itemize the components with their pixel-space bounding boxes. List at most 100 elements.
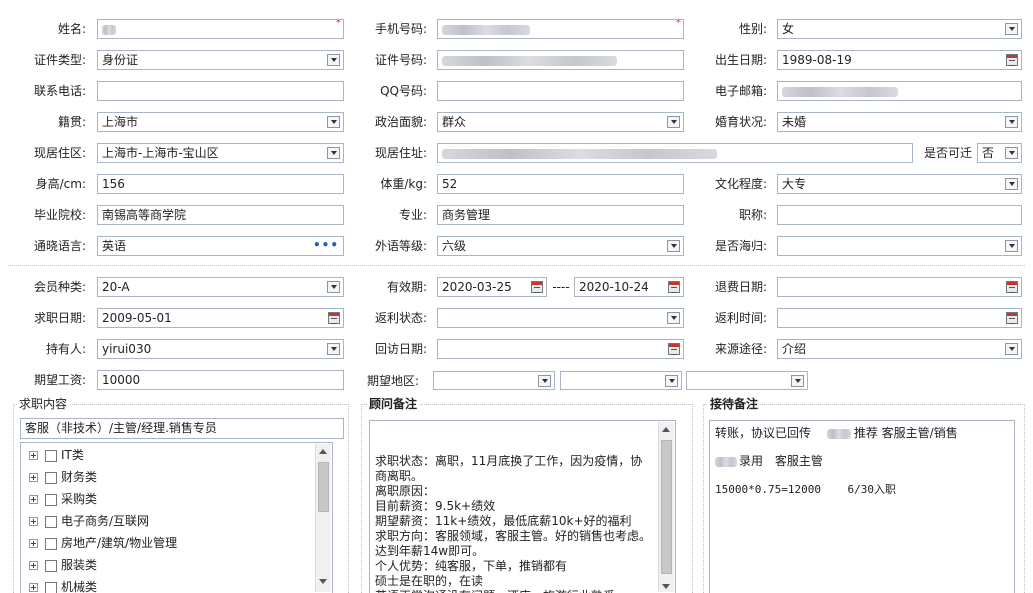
email-input[interactable] xyxy=(777,81,1022,101)
id-type-select[interactable]: 身份证 xyxy=(97,50,344,70)
chevron-down-icon[interactable] xyxy=(327,343,340,355)
checkbox[interactable] xyxy=(45,515,57,528)
tree-item-realestate[interactable]: 房地产/建筑/物业管理 xyxy=(29,533,177,553)
education-select[interactable]: 大专 xyxy=(777,174,1022,194)
region-city-select[interactable] xyxy=(560,371,682,390)
expand-plus-icon[interactable] xyxy=(29,561,38,570)
chevron-down-icon[interactable] xyxy=(791,375,804,387)
weight-input[interactable]: 52 xyxy=(437,174,684,194)
job-date-input[interactable]: 2009-05-01 xyxy=(97,308,344,328)
returnee-select[interactable] xyxy=(777,236,1022,256)
calendar-icon[interactable] xyxy=(531,281,543,293)
scrollbar[interactable] xyxy=(658,422,674,592)
expand-plus-icon[interactable] xyxy=(29,517,38,526)
validity-end-input[interactable]: 2020-10-24 xyxy=(574,277,684,297)
chevron-down-icon[interactable] xyxy=(1005,178,1018,190)
scroll-thumb[interactable] xyxy=(318,462,329,512)
checkbox[interactable] xyxy=(45,537,57,550)
expand-plus-icon[interactable] xyxy=(29,495,38,504)
expand-plus-icon[interactable] xyxy=(29,583,38,592)
phone-input[interactable]: * xyxy=(437,19,684,39)
qq-label: QQ号码: xyxy=(380,84,427,98)
chevron-down-icon[interactable] xyxy=(327,116,340,128)
chevron-down-icon[interactable] xyxy=(667,312,680,324)
residence-addr-input[interactable] xyxy=(437,143,913,163)
calendar-icon[interactable] xyxy=(328,312,340,324)
chevron-down-icon[interactable] xyxy=(667,240,680,252)
expand-plus-icon[interactable] xyxy=(29,451,38,460)
consultant-notes-text: 求职状态：离职，11月底换了工作，因为疫情，协商离职。 离职原因： 目前薪资：9… xyxy=(375,454,652,593)
refund-date-input[interactable] xyxy=(777,277,1022,297)
calendar-icon[interactable] xyxy=(1006,312,1018,324)
id-number-input[interactable] xyxy=(437,50,684,70)
more-icon[interactable]: ••• xyxy=(313,237,339,253)
chevron-down-icon[interactable] xyxy=(1005,343,1018,355)
chevron-down-icon[interactable] xyxy=(665,375,678,387)
native-place-select[interactable]: 上海市 xyxy=(97,112,344,132)
source-select[interactable]: 介绍 xyxy=(777,339,1022,359)
contact-phone-input[interactable] xyxy=(97,81,344,101)
holder-select[interactable]: yirui030 xyxy=(97,339,344,359)
school-input[interactable]: 南锡高等商学院 xyxy=(97,205,344,225)
region-district-select[interactable] xyxy=(686,371,808,390)
checkbox[interactable] xyxy=(45,471,57,484)
rebate-status-select[interactable] xyxy=(437,308,684,328)
residence-area-select[interactable]: 上海市-上海市-宝山区 xyxy=(97,143,344,163)
expand-plus-icon[interactable] xyxy=(29,539,38,548)
consultant-notes-textarea[interactable]: 求职状态：离职，11月底换了工作，因为疫情，协商离职。 离职原因： 目前薪资：9… xyxy=(369,420,676,593)
political-select[interactable]: 群众 xyxy=(437,112,684,132)
validity-start-input[interactable]: 2020-03-25 xyxy=(437,277,547,297)
marital-select[interactable]: 未婚 xyxy=(777,112,1022,132)
scroll-up-icon[interactable] xyxy=(319,449,327,454)
validity-label: 有效期: xyxy=(386,280,427,294)
checkbox[interactable] xyxy=(45,493,57,506)
calendar-icon[interactable] xyxy=(668,343,680,355)
chevron-down-icon[interactable] xyxy=(1005,147,1018,159)
region-province-select[interactable] xyxy=(433,371,555,390)
chevron-down-icon[interactable] xyxy=(667,116,680,128)
calendar-icon[interactable] xyxy=(668,281,680,293)
relocate-select[interactable]: 否 xyxy=(977,143,1022,163)
reception-notes-textarea[interactable]: 转账，协议已回传 推荐 客服主管/销售 录用 客服主管 15000*0.75=1… xyxy=(709,420,1015,593)
gender-select[interactable]: 女 xyxy=(777,19,1022,39)
major-input[interactable]: 商务管理 xyxy=(437,205,684,225)
height-input[interactable]: 156 xyxy=(97,174,344,194)
chevron-down-icon[interactable] xyxy=(1005,240,1018,252)
scroll-down-icon[interactable] xyxy=(319,579,327,584)
calendar-icon[interactable] xyxy=(1006,281,1018,293)
masked-value xyxy=(102,24,116,35)
scrollbar[interactable] xyxy=(315,444,331,592)
salary-input[interactable]: 10000 xyxy=(97,370,344,390)
tree-item-machinery[interactable]: 机械类 xyxy=(29,577,97,593)
language-input[interactable]: 英语 ••• xyxy=(97,236,344,256)
checkbox[interactable] xyxy=(45,449,57,462)
chevron-down-icon[interactable] xyxy=(327,54,340,66)
visit-date-input[interactable] xyxy=(437,339,684,359)
name-input[interactable]: * xyxy=(97,19,344,39)
chevron-down-icon[interactable] xyxy=(1005,23,1018,35)
foreign-level-select[interactable]: 六级 xyxy=(437,236,684,256)
job-summary-input[interactable]: 客服（非技术）/主管/经理.销售专员 xyxy=(20,418,344,439)
rebate-time-input[interactable] xyxy=(777,308,1022,328)
birth-date-input[interactable]: 1989-08-19 xyxy=(777,50,1022,70)
chevron-down-icon[interactable] xyxy=(1005,116,1018,128)
tree-item-finance[interactable]: 财务类 xyxy=(29,467,97,487)
expand-plus-icon[interactable] xyxy=(29,473,38,482)
tree-item-ecommerce[interactable]: 电子商务/互联网 xyxy=(29,511,149,531)
calendar-icon[interactable] xyxy=(1006,54,1018,66)
category-tree[interactable]: IT类 财务类 采购类 电子商务/互联网 房地产/建筑/物业管理 服装类 机械类 xyxy=(20,442,333,593)
chevron-down-icon[interactable] xyxy=(538,375,551,387)
title-input[interactable] xyxy=(777,205,1022,225)
tree-item-purchase[interactable]: 采购类 xyxy=(29,489,97,509)
checkbox[interactable] xyxy=(45,581,57,593)
chevron-down-icon[interactable] xyxy=(327,147,340,159)
chevron-down-icon[interactable] xyxy=(327,281,340,293)
qq-input[interactable] xyxy=(437,81,684,101)
tree-item-it[interactable]: IT类 xyxy=(29,445,84,465)
tree-item-clothing[interactable]: 服装类 xyxy=(29,555,97,575)
checkbox[interactable] xyxy=(45,559,57,572)
scroll-up-icon[interactable] xyxy=(662,427,670,432)
member-type-select[interactable]: 20-A xyxy=(97,277,344,297)
scroll-thumb[interactable] xyxy=(661,440,672,574)
scroll-down-icon[interactable] xyxy=(662,584,670,589)
